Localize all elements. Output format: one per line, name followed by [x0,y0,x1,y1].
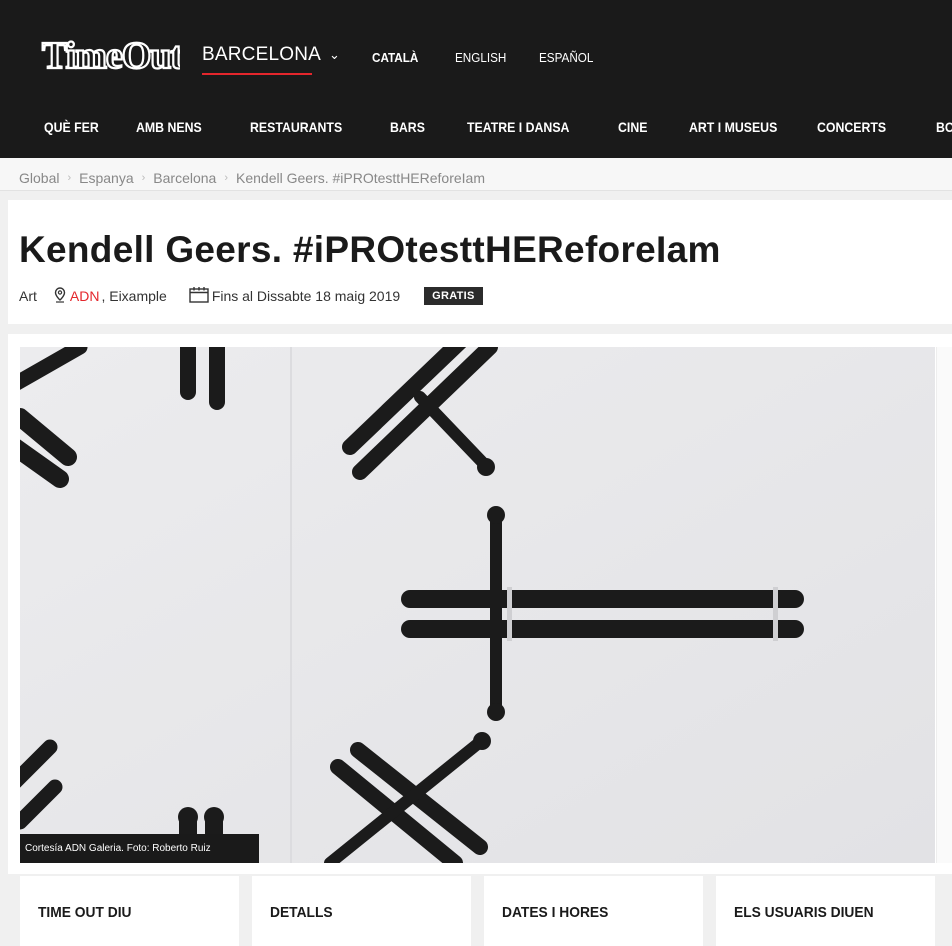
category-label: Art [19,288,37,304]
nav-cine[interactable]: CINE [618,119,647,135]
tab-label: ELS USUARIS DIUEN [734,904,874,921]
timeout-logo[interactable]: TimeOut [40,32,180,76]
breadcrumb-global[interactable]: Global [19,170,59,186]
chevron-right-icon: › [224,172,229,184]
calendar-icon [189,286,209,306]
image-caption: Cortesía ADN Galeria. Foto: Roberto Ruiz [20,834,259,863]
price-badge: GRATIS [424,287,483,305]
lang-espanol[interactable]: ESPAÑOL [539,50,593,65]
nav-restaurants[interactable]: RESTAURANTS [250,119,342,135]
logo-text: TimeOut [42,35,180,76]
nav-bars[interactable]: BARS [390,119,425,135]
lang-english[interactable]: ENGLISH [455,50,506,65]
chevron-right-icon: › [141,172,146,184]
nav-teatre-i-dansa[interactable]: TEATRE I DANSA [467,119,569,135]
page-title: Kendell Geers. #iPROtesttHEReforeIam [19,229,721,270]
chevron-down-icon: ⌄ [329,47,341,62]
city-underline [202,73,312,75]
breadcrumb-current: Kendell Geers. #iPROtesttHEReforeIam [236,170,486,186]
article-meta: Art ADN , Eixample Fins al Dissabte 18 m… [19,286,483,306]
hero-image[interactable] [20,347,935,863]
tab-time-out-diu[interactable]: TIME OUT DIU [20,876,239,946]
tab-label: TIME OUT DIU [38,904,132,921]
nav-more[interactable]: BO [936,119,952,135]
tab-dates-i-hores[interactable]: DATES I HORES [484,876,703,946]
hero-artwork [20,347,935,863]
lang-catala[interactable]: CATALÀ [372,50,418,65]
breadcrumb-barcelona[interactable]: Barcelona [153,170,216,186]
city-selector[interactable]: BARCELONA ⌄ [202,44,340,66]
chevron-right-icon: › [67,172,72,184]
tab-els-usuaris-diuen[interactable]: ELS USUARIS DIUEN [716,876,935,946]
tab-detalls[interactable]: DETALLS [252,876,471,946]
breadcrumb-espanya[interactable]: Espanya [79,170,133,186]
location-pin-icon [53,286,67,306]
date-range: Fins al Dissabte 18 maig 2019 [211,288,401,304]
city-label: BARCELONA [202,44,322,65]
nav-art-i-museus[interactable]: ART I MUSEUS [689,119,777,135]
area-label: , Eixample [101,288,167,304]
venue-link[interactable]: ADN [70,288,100,304]
tab-label: DETALLS [270,904,333,921]
nav-que-fer[interactable]: QUÈ FER [44,119,99,135]
breadcrumb: Global › Espanya › Barcelona › Kendell G… [19,170,485,186]
side-panel-edge [936,347,952,863]
nav-amb-nens[interactable]: AMB NENS [136,119,202,135]
nav-concerts[interactable]: CONCERTS [817,119,886,135]
tab-label: DATES I HORES [502,904,609,921]
